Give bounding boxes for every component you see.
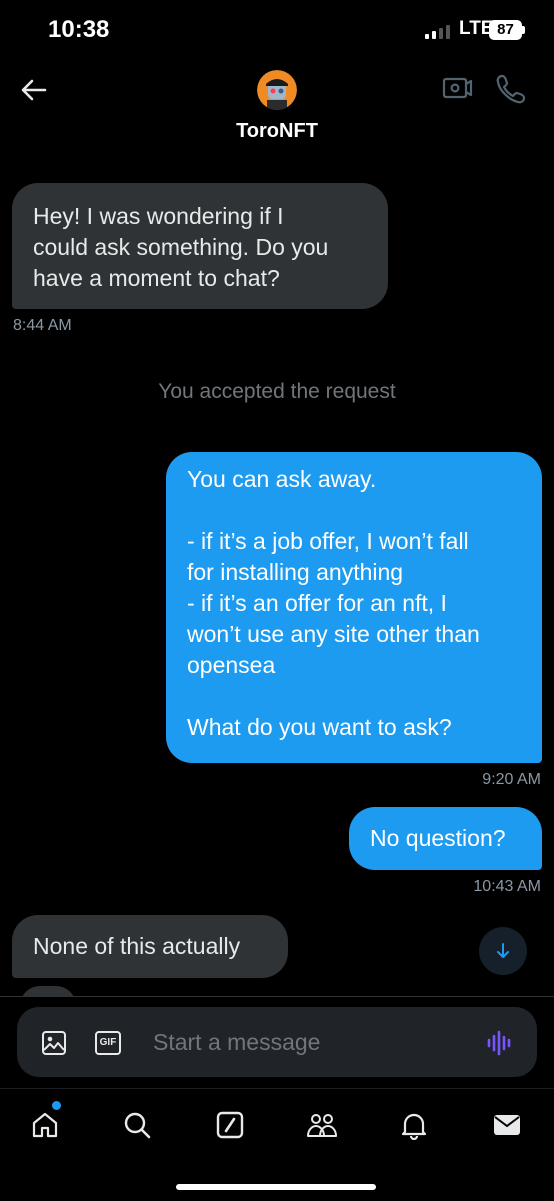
- message-composer: GIF: [17, 1007, 537, 1077]
- arrow-down-icon: [497, 943, 509, 958]
- message-input[interactable]: [153, 1022, 473, 1062]
- back-arrow-icon[interactable]: [16, 72, 52, 108]
- message-text: for installing anything: [187, 559, 404, 585]
- message-text: - if it’s an offer for an nft, I: [187, 590, 447, 616]
- divider: [0, 996, 554, 997]
- compose-icon[interactable]: [210, 1105, 250, 1145]
- image-icon[interactable]: [40, 1029, 68, 1057]
- avatar[interactable]: [257, 70, 297, 110]
- message-text: ​: [187, 681, 521, 712]
- conversation-header: ToroNFT: [0, 62, 554, 156]
- signal-strength-icon: [425, 23, 455, 39]
- message-bubble-incoming[interactable]: None of this actually: [12, 915, 288, 978]
- message-text: - if it’s a job offer, I won’t fall: [187, 528, 469, 554]
- message-text: None of this actually: [33, 933, 241, 959]
- message-text: ​: [187, 495, 521, 526]
- battery-tip: [522, 26, 525, 34]
- message-list[interactable]: Hey! I was wondering if I could ask some…: [0, 156, 554, 996]
- gif-label: GIF: [99, 1037, 117, 1048]
- mail-icon[interactable]: [487, 1105, 527, 1145]
- request-accepted-note: You accepted the request: [158, 380, 396, 403]
- contact-name[interactable]: ToroNFT: [0, 120, 554, 143]
- message-text: No question?: [370, 825, 506, 851]
- message-bubble-outgoing[interactable]: You can ask away. ​ - if it’s a job offe…: [166, 452, 542, 763]
- search-icon[interactable]: [117, 1105, 157, 1145]
- scroll-to-bottom-button[interactable]: [479, 927, 527, 975]
- message-timestamp: 8:44 AM: [13, 317, 72, 334]
- message-bubble-incoming[interactable]: Hey! I was wondering if I could ask some…: [12, 183, 388, 309]
- gif-icon[interactable]: GIF: [94, 1029, 122, 1057]
- battery-icon: 87: [489, 20, 522, 40]
- message-text: could ask something. Do you: [33, 234, 329, 260]
- status-bar: 10:38 LTE 87: [0, 0, 554, 62]
- video-camera-icon[interactable]: [441, 72, 473, 104]
- home-indicator: [176, 1184, 376, 1190]
- message-bubble-incoming-partial[interactable]: [20, 986, 76, 996]
- message-text: Hey! I was wondering if I: [33, 203, 284, 229]
- notification-dot: [52, 1101, 61, 1110]
- message-timestamp: 10:43 AM: [473, 878, 541, 895]
- message-text: You can ask away.: [187, 466, 377, 492]
- voice-wave-icon[interactable]: [486, 1029, 514, 1057]
- message-text: won’t use any site other than: [187, 621, 480, 647]
- message-timestamp: 9:20 AM: [482, 771, 541, 788]
- phone-icon[interactable]: [495, 72, 527, 104]
- home-icon[interactable]: [25, 1105, 65, 1145]
- bell-icon[interactable]: [394, 1105, 434, 1145]
- status-time: 10:38: [48, 16, 110, 43]
- message-bubble-outgoing[interactable]: No question?: [349, 807, 542, 870]
- message-text: What do you want to ask?: [187, 714, 452, 740]
- message-text: opensea: [187, 652, 276, 678]
- communities-icon[interactable]: [302, 1105, 342, 1145]
- message-text: have a moment to chat?: [33, 265, 280, 291]
